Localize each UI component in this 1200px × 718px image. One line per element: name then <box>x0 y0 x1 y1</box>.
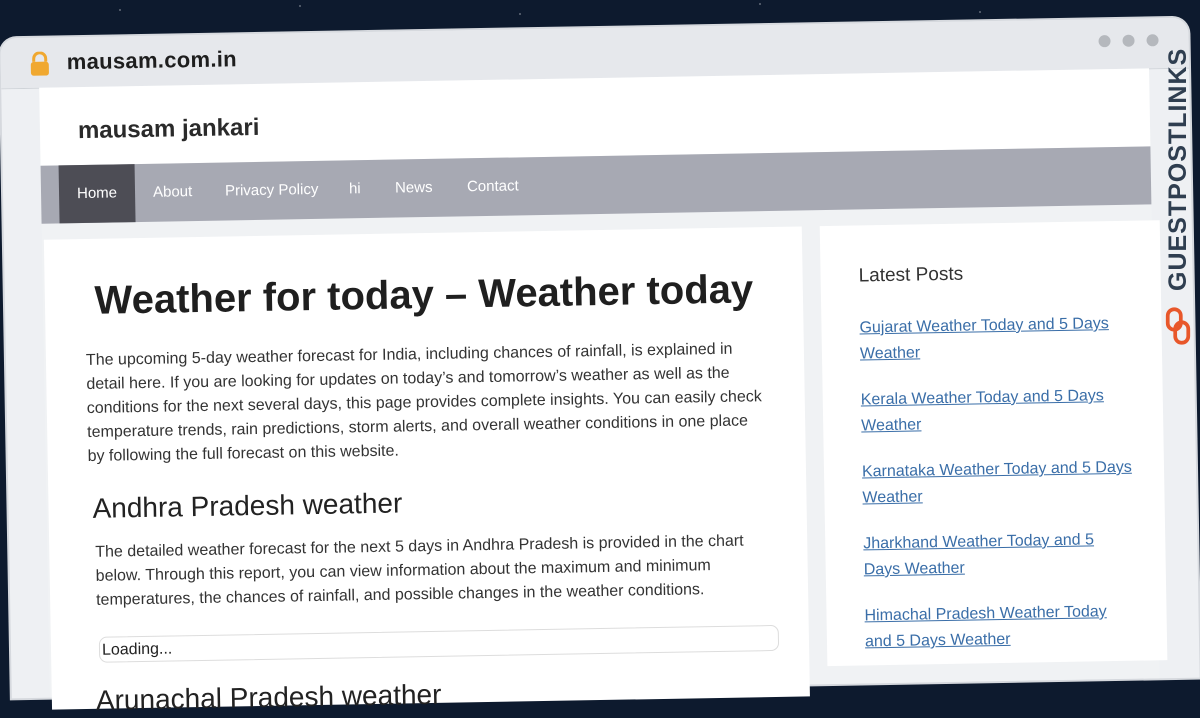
browser-window: mausam.com.in mausam jankari Home About … <box>0 17 1200 716</box>
section-paragraph-andhra: The detailed weather forecast for the ne… <box>95 532 744 609</box>
loading-widget: Loading... <box>98 624 780 663</box>
url-text[interactable]: mausam.com.in <box>67 46 238 75</box>
nav-contact[interactable]: Contact <box>448 157 537 217</box>
window-dot[interactable] <box>1122 34 1135 47</box>
window-dot[interactable] <box>1098 35 1111 48</box>
post-link-jharkhand[interactable]: Jharkhand Weather Today and 5 Days Weath… <box>863 527 1134 584</box>
section-heading-arunachal: Arunachal Pradesh weather <box>95 678 442 716</box>
nav-home[interactable]: Home <box>58 164 136 224</box>
watermark: GUESTPOSTLINKS <box>1158 48 1198 355</box>
main-content: Weather for today – Weather today The up… <box>43 226 810 716</box>
nav-about[interactable]: About <box>135 163 211 222</box>
sidebar-heading: Latest Posts <box>858 263 964 287</box>
watermark-text: GUESTPOSTLINKS <box>1164 47 1192 291</box>
latest-posts-list: Gujarat Weather Today and 5 Days Weather… <box>859 311 1135 676</box>
post-link-kerala[interactable]: Kerala Weather Today and 5 Days Weather <box>861 383 1132 440</box>
site-title[interactable]: mausam jankari <box>78 114 260 145</box>
post-link-karnataka[interactable]: Karnataka Weather Today and 5 Days Weath… <box>862 455 1133 512</box>
window-dot[interactable] <box>1146 34 1159 47</box>
web-page: mausam jankari Home About Privacy Policy… <box>39 68 1168 716</box>
chain-link-icon <box>1165 307 1191 345</box>
window-controls <box>1098 34 1159 48</box>
page-title: Weather for today – Weather today <box>94 267 754 323</box>
nav-news[interactable]: News <box>377 159 452 218</box>
section-heading-andhra: Andhra Pradesh weather <box>92 487 403 524</box>
post-link-himachal[interactable]: Himachal Pradesh Weather Today and 5 Day… <box>864 599 1135 656</box>
post-link-gujarat[interactable]: Gujarat Weather Today and 5 Days Weather <box>859 311 1130 368</box>
nav-privacy-policy[interactable]: Privacy Policy <box>207 161 337 221</box>
sidebar: Latest Posts Gujarat Weather Today and 5… <box>819 220 1168 667</box>
intro-paragraph: The upcoming 5-day weather forecast for … <box>85 340 762 465</box>
nav-hi[interactable]: hi <box>331 160 380 219</box>
lock-icon <box>30 51 49 76</box>
